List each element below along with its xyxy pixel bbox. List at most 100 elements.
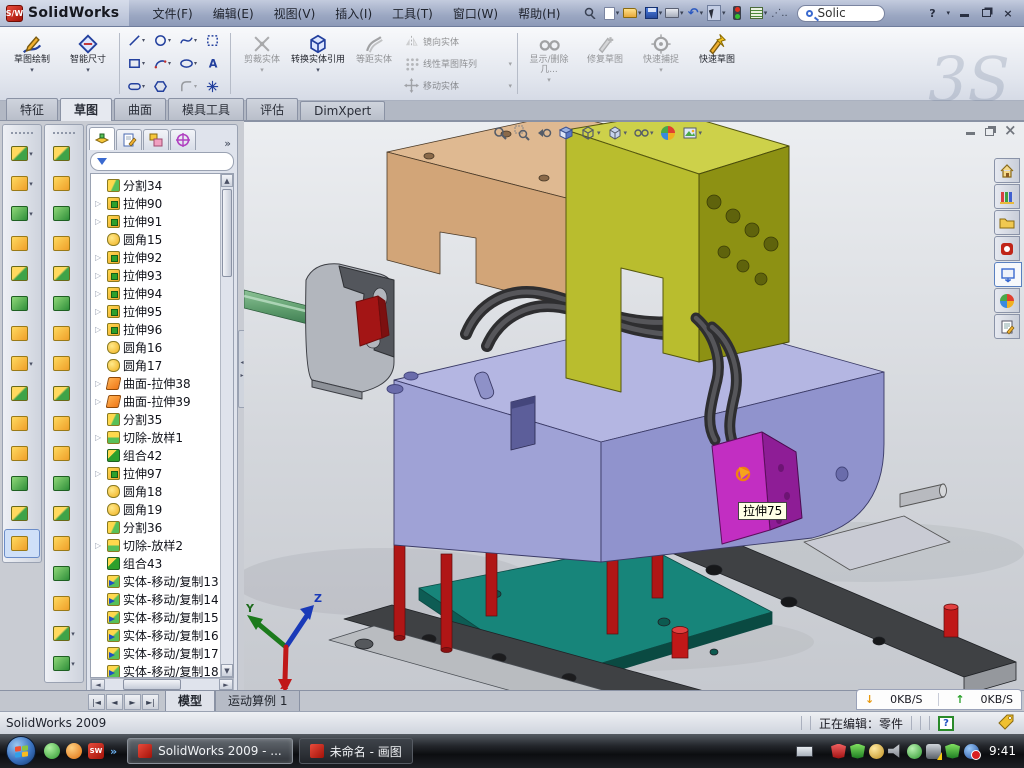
help-button[interactable]: ?	[924, 6, 940, 20]
mold-tool-flex[interactable]: ▾	[46, 259, 82, 288]
doc-restore-button[interactable]	[985, 128, 994, 136]
feature-tool-move-body[interactable]: ▾	[4, 469, 40, 498]
ribbon-button-repair[interactable]: 修复草图 ▾	[577, 29, 633, 98]
scroll-down-button[interactable]: ▼	[221, 664, 233, 677]
dropdown-arrow-icon[interactable]: ▾	[194, 37, 197, 44]
shield-lightning-icon[interactable]	[850, 744, 865, 759]
expander-icon[interactable]: ▷	[95, 289, 104, 298]
select-tool-button[interactable]: ▾	[707, 4, 725, 22]
mold-tool-revolved-boss[interactable]: ▾	[46, 169, 82, 198]
sketch-entity-arc[interactable]: ▾	[149, 52, 175, 75]
ribbon-button-sketch[interactable]: 草图绘制 ▾	[4, 29, 60, 98]
command-tab[interactable]: DimXpert	[300, 101, 385, 120]
command-tab[interactable]: 特征	[6, 98, 58, 120]
restore-button[interactable]	[978, 6, 994, 20]
task-button[interactable]: 未命名 - 画图	[299, 738, 413, 764]
solidworks-quicklaunch-icon[interactable]: SW	[88, 743, 104, 759]
expander-icon[interactable]: ▷	[95, 397, 104, 406]
feature-tree-item[interactable]: ▷ 组合42	[95, 446, 219, 464]
feature-tree-item[interactable]: ▷ 圆角18	[95, 482, 219, 500]
dropdown-arrow-icon[interactable]: ▾	[508, 60, 512, 68]
badge-icon[interactable]	[869, 744, 884, 759]
undo-button[interactable]: ↶▾	[686, 4, 704, 22]
sketch-entity-selectbox[interactable]: ▾	[201, 29, 227, 52]
ribbon-row-button-mirror[interactable]: 镜向实体 ▾	[402, 32, 514, 52]
feature-tree-item[interactable]: ▷ 拉伸90	[95, 194, 219, 212]
ribbon-button-smartdim[interactable]: 智能尺寸 ▾	[60, 29, 116, 98]
launcher-ball-icon[interactable]	[66, 743, 82, 759]
sketch-entity-text[interactable]: ▾	[201, 52, 227, 75]
sketch-entity-fillet2[interactable]: ▾	[175, 75, 201, 98]
dropdown-arrow-icon[interactable]: ▾	[29, 180, 33, 188]
zoom-area-icon[interactable]	[514, 125, 530, 141]
dropdown-arrow-icon[interactable]: ▾	[29, 360, 33, 368]
sync-blocked-icon[interactable]	[964, 744, 979, 759]
dropdown-arrow-icon[interactable]: ▾	[508, 82, 512, 90]
dropdown-arrow-icon[interactable]: ▾	[29, 210, 33, 218]
feature-tree-item[interactable]: ▷ 拉伸94	[95, 284, 219, 302]
dropdown-arrow-icon[interactable]: ▾	[659, 66, 663, 74]
save-button[interactable]: ▾	[644, 4, 662, 22]
design-library-tab[interactable]	[994, 184, 1020, 209]
sketch-entity-ellipse[interactable]: ▾	[175, 52, 201, 75]
mold-tool-split-body[interactable]: ▾	[46, 499, 82, 528]
first-tab-button[interactable]: |◄	[88, 694, 105, 710]
featuremanager-tab[interactable]	[89, 127, 115, 150]
mold-tool-bend[interactable]: ▾	[46, 409, 82, 438]
dropdown-arrow-icon[interactable]: ▾	[316, 66, 320, 74]
tag-icon[interactable]	[998, 714, 1014, 733]
feature-tool-measure[interactable]: ▾	[4, 529, 40, 558]
mold-tool-freeform[interactable]: ▾	[46, 619, 82, 648]
model-part-cavity-insert[interactable]	[306, 264, 394, 399]
feature-tool-rib[interactable]: ▾	[4, 379, 40, 408]
options-button[interactable]: ▾	[749, 4, 767, 22]
antivirus-shield-icon[interactable]	[831, 744, 846, 759]
command-tab[interactable]: 评估	[246, 98, 298, 120]
propertymanager-tab[interactable]	[116, 129, 142, 150]
solidworks-resources-tab[interactable]	[994, 236, 1020, 261]
messenger-icon[interactable]	[44, 743, 60, 759]
feature-tree-item[interactable]: ▷ 拉伸91	[95, 212, 219, 230]
task-button[interactable]: SolidWorks 2009 - ...	[127, 738, 293, 764]
feature-tree-item[interactable]: ▷ 圆角17	[95, 356, 219, 374]
volume-icon[interactable]	[888, 744, 903, 759]
feature-tree-item[interactable]: ▷ 分割34	[95, 176, 219, 194]
view-palette-tab[interactable]	[994, 262, 1022, 287]
dropdown-arrow-icon[interactable]: ▾	[30, 66, 34, 74]
feature-tree-item[interactable]: ▷ 圆角16	[95, 338, 219, 356]
sketch-entity-polygon[interactable]: ▾	[149, 75, 175, 98]
minimize-button[interactable]	[956, 6, 972, 20]
start-button[interactable]	[6, 736, 36, 766]
model-tab[interactable]: 模型	[165, 690, 215, 711]
mold-tool-move-copy[interactable]: ▾	[46, 529, 82, 558]
hide-show-items-icon[interactable]: ▾	[633, 125, 654, 141]
scroll-thumb[interactable]	[123, 679, 181, 690]
custom-properties-tab[interactable]	[994, 314, 1020, 339]
feature-tree-item[interactable]: ▷ 拉伸97	[95, 464, 219, 482]
apply-scene-icon[interactable]: ▾	[682, 125, 703, 141]
sketch-entity-rect[interactable]: ▾	[123, 52, 149, 75]
mold-tool-boundary[interactable]: ▾	[46, 379, 82, 408]
tree-filter-input[interactable]	[90, 152, 234, 171]
expander-icon[interactable]: ▷	[95, 433, 104, 442]
feature-tree-item[interactable]: ▷ 圆角15	[95, 230, 219, 248]
ribbon-button-trim[interactable]: 剪裁实体 ▾	[234, 29, 290, 98]
pushpin-icon[interactable]	[581, 4, 599, 22]
edit-appearance-icon[interactable]	[660, 125, 676, 141]
expander-icon[interactable]: ▷	[95, 271, 104, 280]
command-tab[interactable]: 模具工具	[168, 98, 244, 120]
mold-tool-lofted-boss[interactable]: ▾	[46, 229, 82, 258]
menu-item[interactable]: 工具(T)	[383, 2, 442, 25]
dropdown-arrow-icon[interactable]: ▾	[168, 37, 171, 44]
model-tab[interactable]: 运动算例 1	[215, 690, 300, 711]
network-warning-icon[interactable]	[926, 744, 941, 759]
performance-lights-icon[interactable]	[728, 4, 746, 22]
dropdown-arrow-icon[interactable]: ▾	[29, 150, 33, 158]
last-tab-button[interactable]: ►|	[142, 694, 159, 710]
feature-tree-item[interactable]: ▷ 拉伸93	[95, 266, 219, 284]
help-dropdown-icon[interactable]: ▾	[946, 9, 950, 17]
dropdown-arrow-icon[interactable]: ▾	[168, 60, 171, 67]
feature-tool-mirror[interactable]: ▾	[4, 409, 40, 438]
command-tab[interactable]: 草图	[60, 98, 112, 121]
status-help-button[interactable]: ?	[938, 716, 954, 731]
